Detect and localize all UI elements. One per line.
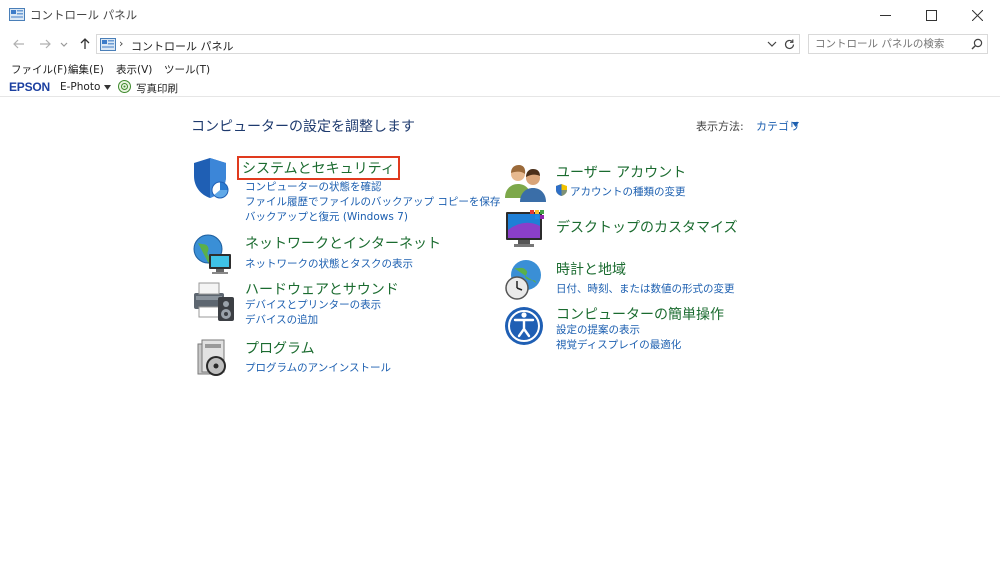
title-bar: コントロール パネル bbox=[0, 0, 1000, 30]
category-clock-region: 時計と地域 日付、時刻、または数値の形式の変更 bbox=[504, 258, 804, 302]
users-icon[interactable] bbox=[504, 162, 548, 206]
category-programs: プログラム プログラムのアンインストール bbox=[192, 338, 482, 382]
category-title-clock-region[interactable]: 時計と地域 bbox=[556, 259, 626, 279]
category-title-user-accounts[interactable]: ユーザー アカウント bbox=[556, 162, 686, 182]
maximize-icon bbox=[925, 9, 937, 21]
control-panel-icon bbox=[100, 38, 116, 51]
clock-globe-icon[interactable] bbox=[504, 258, 548, 302]
desktop-display-icon[interactable] bbox=[504, 208, 548, 252]
link-optimize-visual-display[interactable]: 視覚ディスプレイの最適化 bbox=[556, 337, 681, 352]
category-title-hardware-sound[interactable]: ハードウェアとサウンド bbox=[245, 279, 399, 299]
category-title-ease-of-access[interactable]: コンピューターの簡単操作 bbox=[556, 304, 724, 324]
link-date-time-number-format[interactable]: 日付、時刻、または数値の形式の変更 bbox=[556, 281, 735, 296]
uac-shield-icon bbox=[556, 184, 567, 196]
chevron-down-icon[interactable] bbox=[767, 39, 777, 49]
page-title: コンピューターの設定を調整します bbox=[191, 119, 415, 135]
control-panel-icon bbox=[9, 8, 25, 21]
arrow-right-icon bbox=[40, 39, 51, 49]
up-button[interactable] bbox=[76, 35, 94, 53]
address-bar[interactable]: › コントロール パネル bbox=[96, 34, 800, 54]
maximize-button[interactable] bbox=[908, 0, 954, 30]
link-network-status-tasks[interactable]: ネットワークの状態とタスクの表示 bbox=[245, 256, 413, 271]
category-network-internet: ネットワークとインターネット ネットワークの状態とタスクの表示 bbox=[192, 233, 482, 277]
link-uninstall-program[interactable]: プログラムのアンインストール bbox=[245, 360, 391, 375]
arrow-left-icon bbox=[13, 39, 24, 49]
link-check-computer-status[interactable]: コンピューターの状態を確認 bbox=[245, 179, 382, 194]
link-add-device[interactable]: デバイスの追加 bbox=[245, 312, 318, 327]
link-get-recommendations[interactable]: 設定の提案の表示 bbox=[556, 322, 640, 337]
menu-tools[interactable]: ツール(T) bbox=[164, 62, 210, 77]
link-devices-printers[interactable]: デバイスとプリンターの表示 bbox=[245, 297, 381, 312]
dropdown-arrow-icon[interactable] bbox=[104, 85, 111, 90]
close-icon bbox=[971, 9, 983, 21]
photo-print-icon[interactable] bbox=[118, 80, 131, 93]
menu-edit[interactable]: 編集(E) bbox=[68, 62, 104, 77]
refresh-icon[interactable] bbox=[783, 38, 796, 51]
minimize-button[interactable] bbox=[862, 0, 908, 30]
arrow-up-icon bbox=[80, 38, 90, 49]
category-title-desktop-customization[interactable]: デスクトップのカスタマイズ bbox=[556, 217, 738, 237]
recent-locations-button[interactable] bbox=[58, 35, 70, 53]
printer-icon[interactable] bbox=[192, 279, 236, 323]
forward-button[interactable] bbox=[36, 35, 54, 53]
window-title: コントロール パネル bbox=[30, 8, 138, 22]
shield-icon[interactable] bbox=[192, 156, 236, 200]
minimize-icon bbox=[879, 14, 891, 16]
ephoto-menu[interactable]: E-Photo bbox=[60, 81, 100, 93]
category-desktop-customization: デスクトップのカスタマイズ bbox=[504, 208, 804, 252]
category-title-programs[interactable]: プログラム bbox=[245, 338, 315, 358]
link-file-history-backup[interactable]: ファイル履歴でファイルのバックアップ コピーを保存 bbox=[245, 194, 500, 209]
ease-of-access-icon[interactable] bbox=[504, 304, 548, 348]
category-title-network-internet[interactable]: ネットワークとインターネット bbox=[245, 233, 441, 253]
category-system-security: システムとセキュリティ コンピューターの状態を確認 ファイル履歴でファイルのバッ… bbox=[192, 156, 500, 226]
menu-file[interactable]: ファイル(F) bbox=[11, 62, 67, 77]
dropdown-arrow-icon[interactable] bbox=[792, 122, 799, 127]
breadcrumb-separator[interactable]: › bbox=[119, 37, 123, 50]
link-change-account-type[interactable]: アカウントの種類の変更 bbox=[570, 184, 686, 199]
search-box[interactable] bbox=[808, 34, 988, 54]
link-backup-restore[interactable]: バックアップと復元 (Windows 7) bbox=[245, 209, 408, 224]
navigation-bar: › コントロール パネル bbox=[0, 31, 1000, 57]
close-button[interactable] bbox=[954, 0, 1000, 30]
search-icon[interactable] bbox=[971, 38, 983, 50]
epson-logo: EPSON bbox=[9, 80, 51, 94]
network-globe-icon[interactable] bbox=[192, 233, 236, 277]
search-input[interactable] bbox=[815, 37, 960, 51]
epson-toolbar: EPSON E-Photo 写真印刷 bbox=[0, 79, 1000, 97]
chevron-down-icon bbox=[60, 42, 68, 47]
breadcrumb-control-panel[interactable]: コントロール パネル bbox=[131, 38, 234, 54]
menu-view[interactable]: 表示(V) bbox=[116, 62, 152, 77]
programs-icon[interactable] bbox=[192, 338, 236, 382]
category-ease-of-access: コンピューターの簡単操作 設定の提案の表示 視覚ディスプレイの最適化 bbox=[504, 304, 804, 354]
category-user-accounts: ユーザー アカウント アカウントの種類の変更 bbox=[504, 162, 804, 202]
category-title-system-security[interactable]: システムとセキュリティ bbox=[237, 156, 400, 180]
photo-print-button[interactable]: 写真印刷 bbox=[136, 81, 178, 96]
view-by-label: 表示方法: bbox=[696, 120, 744, 133]
category-hardware-sound: ハードウェアとサウンド デバイスとプリンターの表示 デバイスの追加 bbox=[192, 279, 482, 329]
back-button[interactable] bbox=[10, 35, 28, 53]
